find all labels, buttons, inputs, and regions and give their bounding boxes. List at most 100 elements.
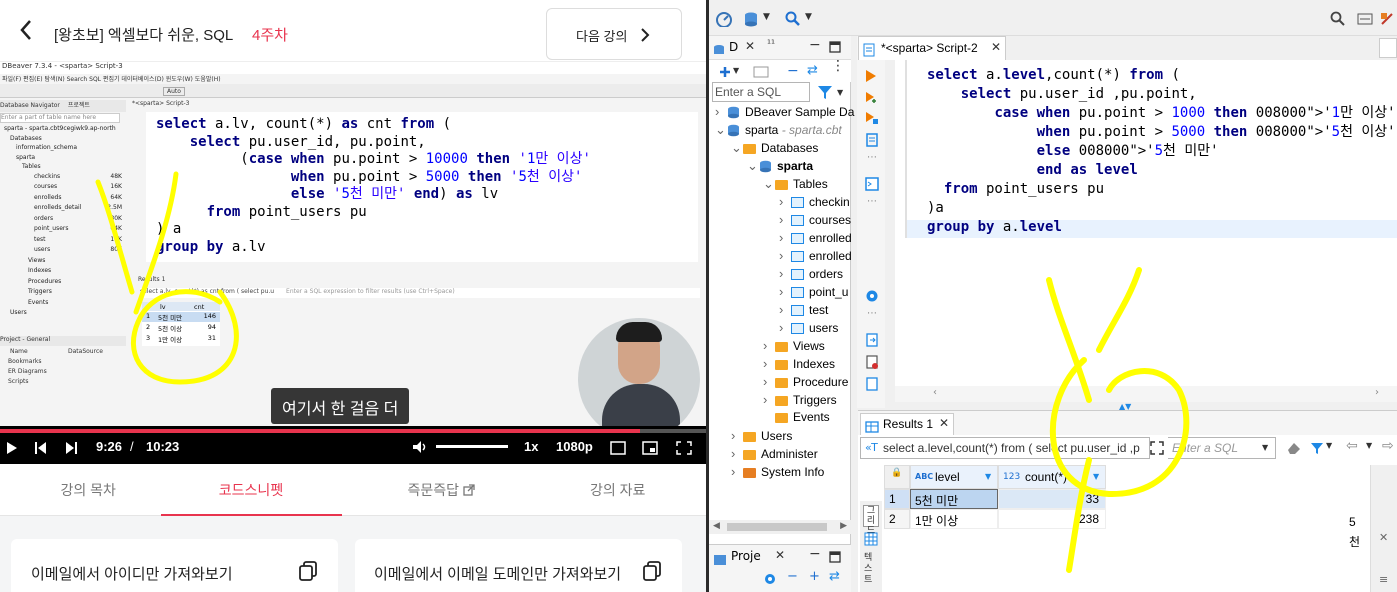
database-icon[interactable] (743, 11, 759, 31)
chevron-right-icon[interactable]: › (763, 338, 775, 353)
close-icon[interactable]: ✕ (939, 416, 949, 430)
close-icon[interactable]: ✕ (745, 39, 755, 53)
lecture-tab[interactable]: 강의 자료 (530, 464, 707, 516)
editor-tab-script2[interactable]: *<sparta> Script-2 ✕ (858, 36, 1006, 60)
video-nav-item[interactable]: Databases (10, 135, 42, 142)
navigator-tree-item[interactable]: › Users (731, 428, 792, 446)
execute-script-icon[interactable] (865, 110, 879, 129)
play-icon[interactable] (6, 440, 18, 459)
new-connection-icon[interactable] (717, 64, 733, 83)
new-folder-icon[interactable] (753, 63, 771, 82)
maximize-icon[interactable] (829, 38, 841, 57)
grid-icon[interactable] (864, 531, 878, 550)
navigator-tab[interactable]: D (729, 40, 738, 54)
chevron-down-icon[interactable]: ⌄ (715, 122, 727, 138)
gear-icon[interactable] (763, 571, 777, 590)
chevron-right-icon[interactable]: › (731, 464, 743, 479)
column-header-level[interactable]: ABC level ▼ (910, 465, 998, 489)
grid-view-toggle[interactable]: 그리드 (863, 505, 879, 536)
explain-plan-icon[interactable] (865, 132, 879, 151)
text-view-toggle[interactable]: 텍스트 (864, 553, 878, 586)
console-icon[interactable] (865, 176, 879, 195)
dropdown-arrow-icon[interactable]: ▼ (1262, 443, 1268, 452)
sort-arrow-icon[interactable]: ▼ (985, 472, 991, 481)
minimize-icon[interactable]: − (809, 37, 821, 53)
navigator-tree-item[interactable]: › Administer (731, 446, 818, 464)
video-nav-users[interactable]: Users (10, 309, 27, 316)
chevron-left-icon[interactable] (18, 18, 34, 48)
close-icon[interactable]: ✕ (775, 548, 785, 562)
copy-icon[interactable] (299, 561, 317, 585)
video-nav-folder[interactable]: Events (28, 299, 48, 306)
navigator-tree-item[interactable]: › test (779, 302, 828, 320)
navigator-tree-item[interactable]: › checkin (779, 194, 850, 212)
fullscreen-icon[interactable] (676, 440, 692, 459)
settings-icon[interactable] (610, 440, 626, 459)
navigator-tree-item[interactable]: › enrolled (779, 230, 852, 248)
progress-track[interactable] (0, 429, 706, 433)
more-icon[interactable]: ⋯ (867, 196, 877, 207)
navigator-tree-item[interactable]: › courses (779, 212, 851, 230)
project-tab[interactable]: Proje (731, 549, 761, 563)
mini-player-icon[interactable] (642, 440, 658, 459)
chevron-right-icon[interactable]: › (779, 302, 791, 317)
global-search-icon[interactable] (1330, 11, 1346, 31)
perspective-icon[interactable] (1379, 11, 1395, 31)
navigator-tree-item[interactable]: › System Info (731, 464, 824, 482)
video-nav-item[interactable]: information_schema (16, 144, 77, 151)
filter-icon[interactable] (817, 84, 833, 104)
execute-icon[interactable] (865, 68, 877, 87)
file-icon[interactable] (865, 376, 879, 395)
projects-tab[interactable]: ¹¹ (767, 39, 775, 50)
skip-forward-icon[interactable] (64, 440, 78, 459)
snippet-card-2[interactable]: 이메일에서 이메일 도메인만 가져와보기 (355, 539, 682, 592)
volume-slider[interactable] (436, 445, 508, 448)
navigator-tree-item[interactable]: › point_u (779, 284, 848, 302)
chevron-right-icon[interactable]: › (763, 374, 775, 389)
search-icon[interactable] (785, 11, 801, 31)
sql-perspective-icon[interactable] (1357, 11, 1373, 31)
execute-statement-icon[interactable] (865, 90, 877, 109)
results-tab[interactable]: Results 1 ✕ (860, 413, 954, 435)
menu-icon[interactable]: ⋮ (831, 58, 845, 74)
navigator-tree-item[interactable]: › Procedure (763, 374, 848, 392)
chevron-right-icon[interactable]: › (779, 266, 791, 281)
close-icon[interactable]: ✕ (991, 40, 1001, 54)
minimize-icon[interactable]: − (809, 546, 821, 562)
filter-icon[interactable] (1310, 440, 1324, 459)
dropdown-arrow-icon[interactable]: ▼ (1326, 441, 1332, 450)
link-icon[interactable]: ⇄ (807, 63, 818, 78)
chevron-right-icon[interactable]: › (779, 212, 791, 227)
chevron-right-icon[interactable]: › (731, 428, 743, 443)
collapse-icon[interactable]: − (787, 569, 798, 584)
skip-back-icon[interactable] (34, 440, 48, 459)
chevron-down-icon[interactable]: ⌄ (731, 140, 743, 156)
dropdown-arrow-icon[interactable]: ▼ (837, 88, 843, 97)
video-nav-folder[interactable]: Procedures (28, 278, 61, 285)
collapse-icon[interactable]: − (787, 63, 799, 79)
speed-button[interactable]: 1x (524, 439, 538, 454)
quality-button[interactable]: 1080p (556, 439, 593, 454)
navigator-hscroll[interactable]: ◀ ▶ (709, 520, 851, 534)
chevron-right-icon[interactable]: › (779, 284, 791, 299)
error-file-icon[interactable] (865, 354, 879, 373)
volume-icon[interactable] (412, 439, 428, 458)
navigator-tree-item[interactable]: ⌄ Tables (763, 176, 828, 194)
video-project-item[interactable]: Bookmarks (8, 358, 42, 365)
navigator-tree-item[interactable]: › orders (779, 266, 843, 284)
navigator-tree-item[interactable]: › users (779, 320, 838, 338)
video-project-item[interactable]: Scripts (8, 378, 29, 385)
arrow-left-icon[interactable]: ⇦ (1346, 438, 1358, 454)
lecture-tab[interactable]: 코드스니펫 (160, 464, 342, 516)
navigator-tree-item[interactable]: ⌄ Databases (731, 140, 818, 158)
navigator-tree-item[interactable]: ⌄ sparta - sparta.cbt (715, 122, 842, 140)
chevron-right-icon[interactable]: › (715, 104, 727, 119)
lecture-tab[interactable]: 즉문즉답 (353, 464, 530, 516)
chevron-down-icon[interactable]: ⌄ (747, 158, 759, 174)
chevron-right-icon[interactable]: › (779, 230, 791, 245)
arrow-right-icon[interactable]: ⇨ (1382, 438, 1394, 454)
video-nav-item[interactable]: sparta - sparta.cbt9cegiwk9.ap-north (4, 125, 116, 132)
chevron-right-icon[interactable]: › (779, 194, 791, 209)
navigator-tree-item[interactable]: ⌄ sparta (747, 158, 813, 176)
cell-level[interactable]: 5천 미만 (910, 489, 998, 509)
